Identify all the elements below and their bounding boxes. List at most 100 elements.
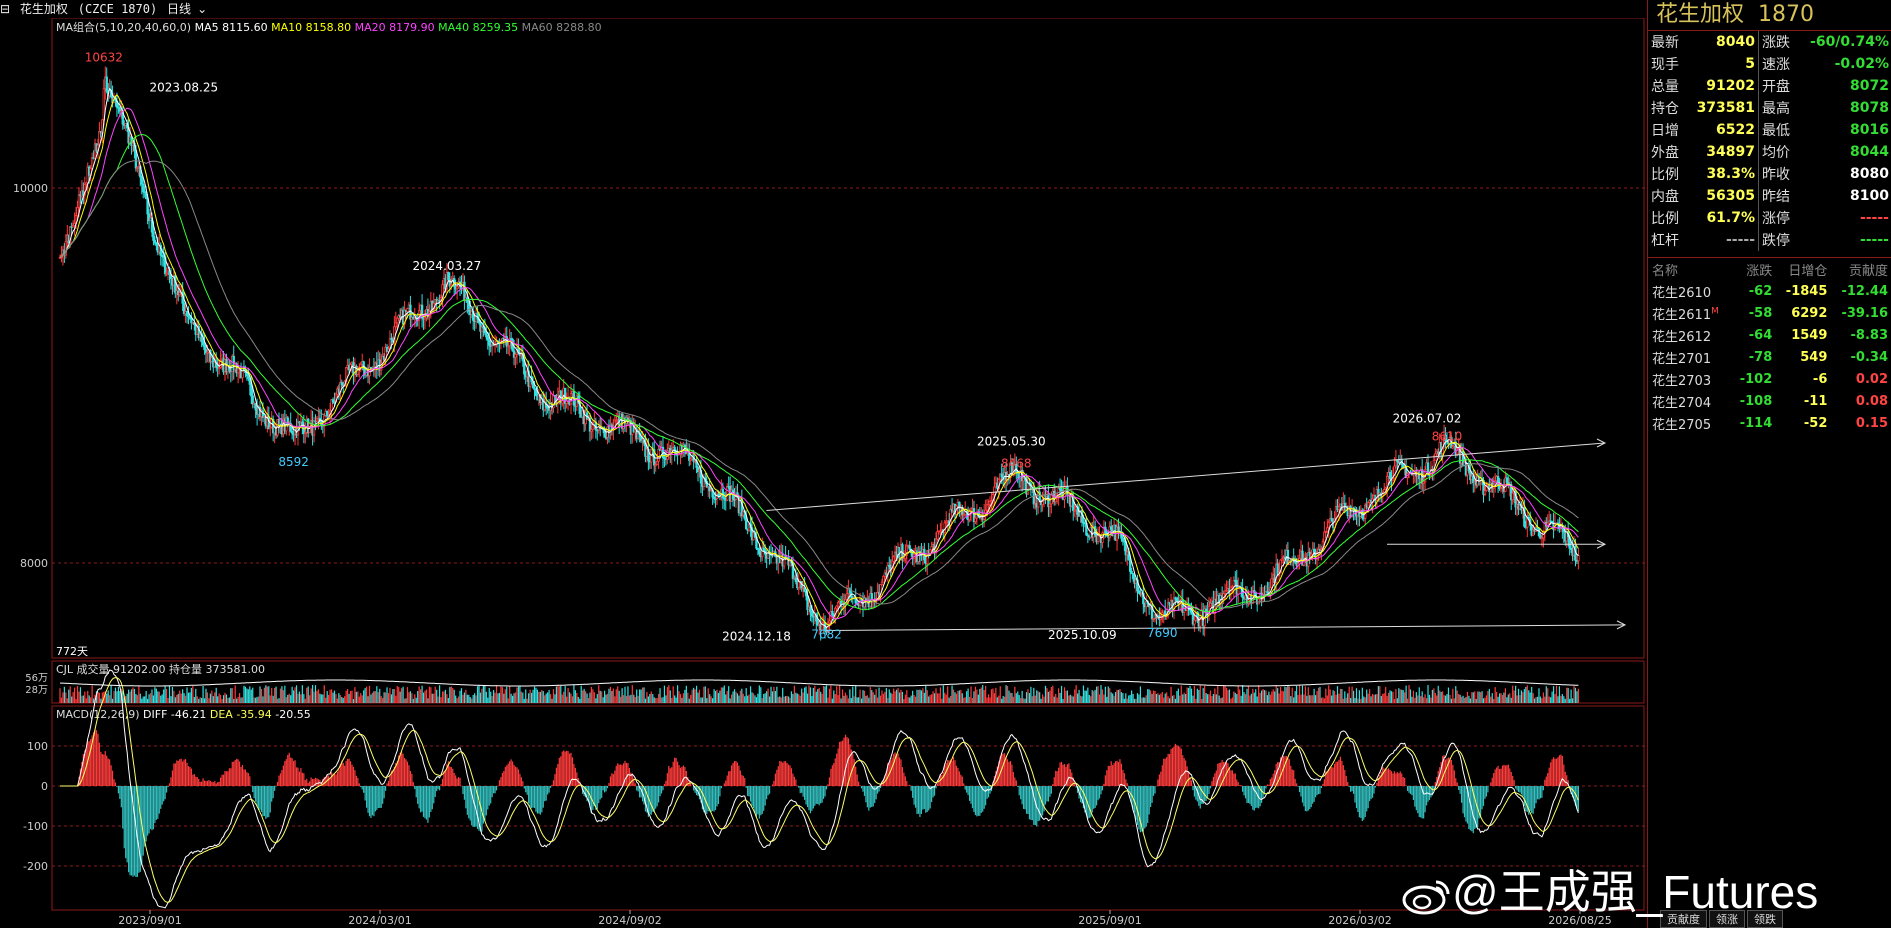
macd-bar (1323, 779, 1325, 786)
macd-bar (926, 786, 928, 812)
quote-label: 昨收 (1758, 163, 1798, 185)
volume-bar (747, 695, 749, 703)
quote-row: 外盘 34897 均价 8044 (1648, 141, 1891, 163)
macd-bar (405, 759, 407, 786)
macd-bar (1385, 768, 1387, 786)
contract-name: 花生2704 (1652, 395, 1712, 411)
macd-bar (893, 754, 895, 786)
volume-bar (1044, 685, 1047, 703)
volume-bar (1259, 692, 1261, 703)
volume-bar (1008, 690, 1010, 703)
contract-row[interactable]: 花生2610 -62 -1845 -12.44 (1648, 280, 1891, 302)
volume-bar (659, 688, 661, 703)
contract-row[interactable]: 花生2611M -58 6292 -39.16 (1648, 302, 1891, 324)
price-annotation: 2024.12.18 (722, 630, 791, 644)
candle-body (486, 336, 489, 341)
volume-bar (671, 697, 673, 703)
volume-bar (1009, 692, 1012, 703)
contract-row[interactable]: 花生2703 -102 -6 0.02 (1648, 368, 1891, 390)
contract-row[interactable]: 花生2704 -108 -11 0.08 (1648, 390, 1891, 412)
quote-panel: 花生加权 1870 最新 8040 涨跌 -60/0.74% 现手 5 速涨 -0.02% 总量 9… (1647, 0, 1891, 928)
volume-bar (1371, 693, 1374, 703)
kline-chart[interactable]: 100008000106322023.08.2585922024.03.2720… (0, 18, 1645, 928)
quote-value: 56305 (1706, 188, 1756, 204)
macd-bar (662, 786, 664, 791)
volume-bar (453, 689, 455, 703)
macd-bar (1098, 786, 1101, 799)
contract-header[interactable]: 日增仓 (1776, 258, 1831, 281)
macd-legend: MACD(12,26,9) DIFF -46.21 DEA -35.94 -20… (56, 708, 311, 721)
macd-bar (866, 786, 868, 808)
macd-bar (620, 764, 622, 786)
macd-bar (201, 781, 203, 786)
volume-bar (149, 693, 152, 703)
macd-bar (1106, 770, 1108, 786)
volume-bar (81, 695, 83, 703)
macd-bar (176, 760, 178, 786)
candle-body (1237, 588, 1240, 595)
volume-bar (1517, 688, 1520, 703)
volume-bar (1526, 685, 1528, 703)
contract-row[interactable]: 花生2612 -64 1549 -8.83 (1648, 324, 1891, 346)
volume-bar (160, 695, 162, 703)
volume-bar (960, 689, 962, 703)
contract-header[interactable]: 名称 (1648, 258, 1731, 281)
macd-bar (336, 771, 338, 786)
volume-bar (1249, 695, 1251, 703)
macd-bar (167, 786, 169, 788)
candle-body (250, 383, 253, 397)
menu-icon[interactable]: ⊟ (0, 2, 10, 16)
volume-bar (510, 693, 512, 703)
volume-bar (1313, 688, 1315, 703)
macd-bar (189, 766, 191, 786)
volume-bar (1539, 696, 1542, 703)
volume-bar (301, 685, 303, 703)
volume-bar (1507, 694, 1509, 703)
contract-header[interactable]: 涨跌 (1731, 258, 1776, 281)
instrument-title[interactable]: 花生加权 (20, 2, 68, 16)
macd-bar (1033, 786, 1035, 825)
volume-bar (1174, 698, 1177, 703)
volume-bar (487, 697, 489, 703)
macd-bar (1500, 768, 1502, 786)
macd-bar (1462, 786, 1464, 814)
macd-bar (1490, 782, 1492, 786)
volume-bar (1077, 693, 1079, 703)
volume-bar (1459, 694, 1461, 703)
volume-bar (549, 694, 552, 703)
volume-bar (1523, 689, 1525, 703)
volume-bar (1428, 694, 1431, 703)
macd-bar (1320, 786, 1323, 789)
macd-bar (811, 786, 813, 811)
volume-bar (1101, 689, 1104, 703)
macd-bar (754, 786, 756, 814)
contract-row[interactable]: 花生2701 -78 549 -0.34 (1648, 346, 1891, 368)
volume-bar (1347, 693, 1349, 703)
volume-bar (1380, 695, 1382, 703)
macd-bar (596, 786, 598, 810)
volume-bar (279, 688, 282, 703)
macd-bar (1119, 759, 1121, 786)
volume-bar (1260, 690, 1263, 703)
period-selector[interactable]: 日线 ⌄ (167, 2, 213, 16)
volume-bar (1544, 696, 1546, 703)
volume-bar (494, 692, 496, 703)
macd-bar (659, 786, 661, 797)
contract-header[interactable]: 贡献度 (1831, 258, 1891, 281)
macd-bar (271, 786, 273, 802)
macd-bar (747, 786, 749, 796)
volume-bar (408, 692, 410, 703)
contract-row[interactable]: 花生2705 -114 -52 0.15 (1648, 412, 1891, 434)
volume-bar (481, 688, 483, 703)
volume-bar (304, 698, 306, 703)
macd-bar (533, 786, 536, 809)
volume-bar (1542, 692, 1544, 703)
volume-bar (87, 690, 89, 703)
volume-bar (833, 690, 835, 703)
volume-bar (1430, 697, 1432, 703)
volume-bar (1382, 693, 1384, 703)
macd-bar (1160, 771, 1162, 786)
macd-bar (967, 786, 969, 796)
volume-bar (814, 685, 816, 703)
volume-bar (839, 685, 841, 703)
